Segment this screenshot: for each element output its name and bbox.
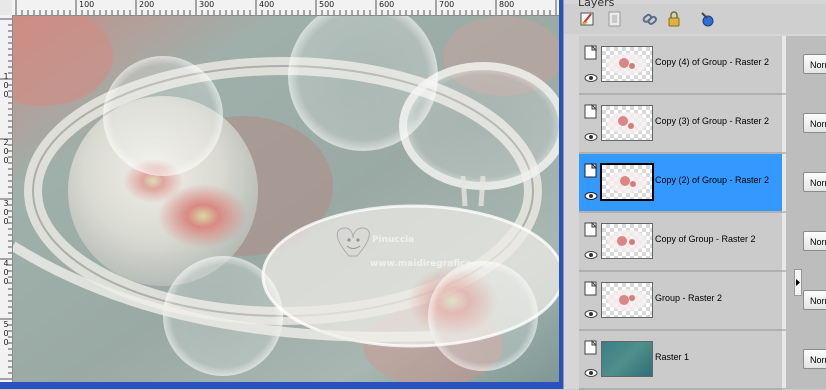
blend-mode-button[interactable]: Normal [803, 172, 826, 192]
layer-icons [584, 162, 598, 200]
new-mask-layer-icon [608, 11, 621, 27]
layer-icons [584, 339, 598, 377]
ruler-label: 0 [3, 329, 9, 338]
ruler-label: 0 [3, 147, 9, 156]
group-expander-handle[interactable] [794, 269, 802, 296]
ruler-label: 3 [3, 199, 9, 208]
ruler-label: 100 [79, 0, 95, 9]
horizontal-ruler: 100 200 300 400 500 600 700 800 [12, 0, 560, 16]
ruler-label: 0 [3, 338, 9, 347]
layer-thumbnail [600, 163, 654, 201]
ruler-label: 600 [379, 0, 395, 9]
thumb-art [607, 289, 647, 311]
layer-thumbnail [601, 46, 653, 82]
layer-thumbnail [601, 341, 653, 377]
ruler-label: 500 [319, 0, 335, 9]
palette-title: Layers [578, 0, 615, 9]
lock-button[interactable] [665, 10, 683, 28]
ruler-label: 0 [3, 156, 9, 165]
layer-name: Copy of Group - Raster 2 [655, 234, 756, 244]
layer-row[interactable]: Copy of Group - Raster 2 [579, 213, 782, 272]
ruler-label: 5 [3, 320, 9, 329]
row-spacer [782, 95, 786, 152]
vertical-ruler: 1 0 0 2 0 0 3 0 0 4 0 0 5 0 0 [0, 15, 13, 385]
layer-visibility[interactable] [583, 219, 599, 267]
layer-icons [584, 44, 598, 82]
link-button[interactable] [640, 10, 658, 28]
layer-properties-button[interactable] [698, 10, 716, 28]
layer-icons [584, 103, 598, 141]
blend-mode-button[interactable]: Normal [803, 290, 826, 310]
layer-list: Copy (4) of Group - Raster 2 Normal [579, 36, 826, 390]
new-raster-layer-button[interactable] [579, 10, 597, 28]
layer-visibility[interactable] [583, 337, 599, 385]
blend-mode-button[interactable]: Normal [803, 113, 826, 133]
layer-row[interactable]: Copy (4) of Group - Raster 2 [579, 36, 782, 95]
ruler-label: 0 [3, 208, 9, 217]
row-spacer [782, 213, 786, 270]
window-frame-bottom [0, 382, 563, 389]
layer-visibility[interactable] [583, 101, 599, 149]
canvas-window: 100 200 300 400 500 600 700 800 1 0 0 2 … [0, 0, 563, 389]
layer-name: Copy (2) of Group - Raster 2 [655, 175, 770, 185]
lock-icon [668, 11, 680, 27]
ruler-label: 1 [3, 72, 9, 81]
layers-palette: Layers Copy (4) of Group - Raster 2 Nor … [563, 0, 826, 390]
row-spacer [782, 272, 786, 329]
thumb-art [607, 53, 647, 75]
triangle-right-icon [796, 279, 800, 286]
ruler-label: 200 [139, 0, 155, 9]
layer-properties-icon [701, 12, 714, 27]
ruler-label: 0 [3, 268, 9, 277]
layer-visibility[interactable] [583, 42, 599, 90]
blend-mode-button[interactable]: Normal [803, 54, 826, 74]
ruler-label: 0 [3, 90, 9, 99]
watermark-name: Pinuccia [372, 235, 415, 245]
watermark-url: www.maidiregrafica.eu [370, 259, 488, 269]
row-spacer [782, 36, 786, 93]
new-mask-layer-button[interactable] [606, 10, 624, 28]
thumb-art [607, 112, 647, 134]
layer-thumbnail [601, 223, 653, 259]
ruler-label: 0 [3, 217, 9, 226]
layer-row[interactable]: Raster 1 [579, 331, 782, 390]
layer-name: Copy (4) of Group - Raster 2 [655, 57, 770, 67]
layer-name: Raster 1 [655, 352, 690, 362]
ruler-label: 0 [3, 81, 9, 90]
new-raster-layer-icon [580, 12, 594, 26]
layer-name: Group - Raster 2 [655, 293, 723, 303]
layer-icons [584, 221, 598, 259]
row-spacer [782, 154, 786, 211]
layer-name: Copy (3) of Group - Raster 2 [655, 116, 770, 126]
ruler-label: 800 [499, 0, 515, 9]
layer-thumbnail [601, 105, 653, 141]
ruler-label: 2 [3, 138, 9, 147]
layer-row[interactable]: Group - Raster 2 [579, 272, 782, 331]
layers-toolbar: Layers [564, 0, 826, 34]
row-spacer [782, 331, 786, 388]
layer-row[interactable]: Copy (3) of Group - Raster 2 [579, 95, 782, 154]
thumb-art [607, 171, 647, 193]
layer-row-selected[interactable]: Copy (2) of Group - Raster 2 [579, 154, 782, 213]
layer-visibility[interactable] [583, 278, 599, 326]
ruler-label: 0 [3, 277, 9, 286]
ruler-label: 4 [3, 259, 9, 268]
layer-icons [584, 280, 598, 318]
ruler-label: 400 [259, 0, 275, 9]
ruler-label: 300 [199, 0, 215, 9]
blend-mode-button[interactable]: Normal [803, 349, 826, 369]
artwork-illustration [13, 16, 559, 382]
link-icon [642, 13, 657, 25]
layer-thumbnail [601, 282, 653, 318]
thumb-art [607, 230, 647, 252]
canvas-artwork[interactable]: Pinuccia www.maidiregrafica.eu [13, 16, 559, 382]
ruler-label: 700 [439, 0, 455, 9]
layer-visibility[interactable] [583, 160, 599, 208]
blend-mode-button[interactable]: Normal [803, 231, 826, 251]
